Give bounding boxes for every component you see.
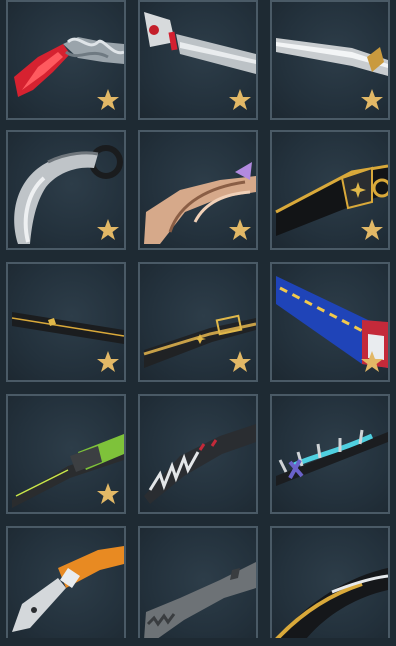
skin-tile[interactable] (270, 130, 390, 250)
skin-tile[interactable] (6, 0, 126, 120)
favorite-star-icon[interactable] (96, 482, 120, 506)
skin-tile[interactable] (6, 394, 126, 514)
favorite-star-icon[interactable] (228, 218, 252, 242)
favorite-star-icon[interactable] (360, 350, 384, 374)
skin-tile[interactable] (270, 394, 390, 514)
black-gold-curve-icon (274, 568, 388, 644)
weapon-skin-grid (0, 0, 396, 646)
skin-tile[interactable] (6, 130, 126, 250)
skin-tile[interactable] (138, 130, 258, 250)
spiked-cyan-blade-icon (276, 429, 388, 486)
skin-tile[interactable] (138, 526, 258, 646)
favorite-star-icon[interactable] (360, 218, 384, 242)
favorite-star-icon[interactable] (96, 88, 120, 112)
favorite-star-icon[interactable] (96, 350, 120, 374)
skin-tile[interactable] (138, 0, 258, 120)
skin-tile[interactable] (138, 394, 258, 514)
skin-tile[interactable] (270, 0, 390, 120)
favorite-star-icon[interactable] (228, 350, 252, 374)
skin-tile[interactable] (6, 526, 126, 646)
favorite-star-icon[interactable] (360, 88, 384, 112)
favorite-star-icon[interactable] (228, 88, 252, 112)
skin-tile[interactable] (270, 262, 390, 382)
orange-cleaver-icon (12, 546, 124, 632)
skin-tile[interactable] (138, 262, 258, 382)
grid-bottom-edge (0, 638, 396, 646)
gray-combat-knife-icon (144, 562, 256, 644)
spiked-dark-blade-icon (144, 424, 256, 504)
favorite-star-icon[interactable] (96, 218, 120, 242)
skin-tile[interactable] (6, 262, 126, 382)
skin-tile[interactable] (270, 526, 390, 646)
